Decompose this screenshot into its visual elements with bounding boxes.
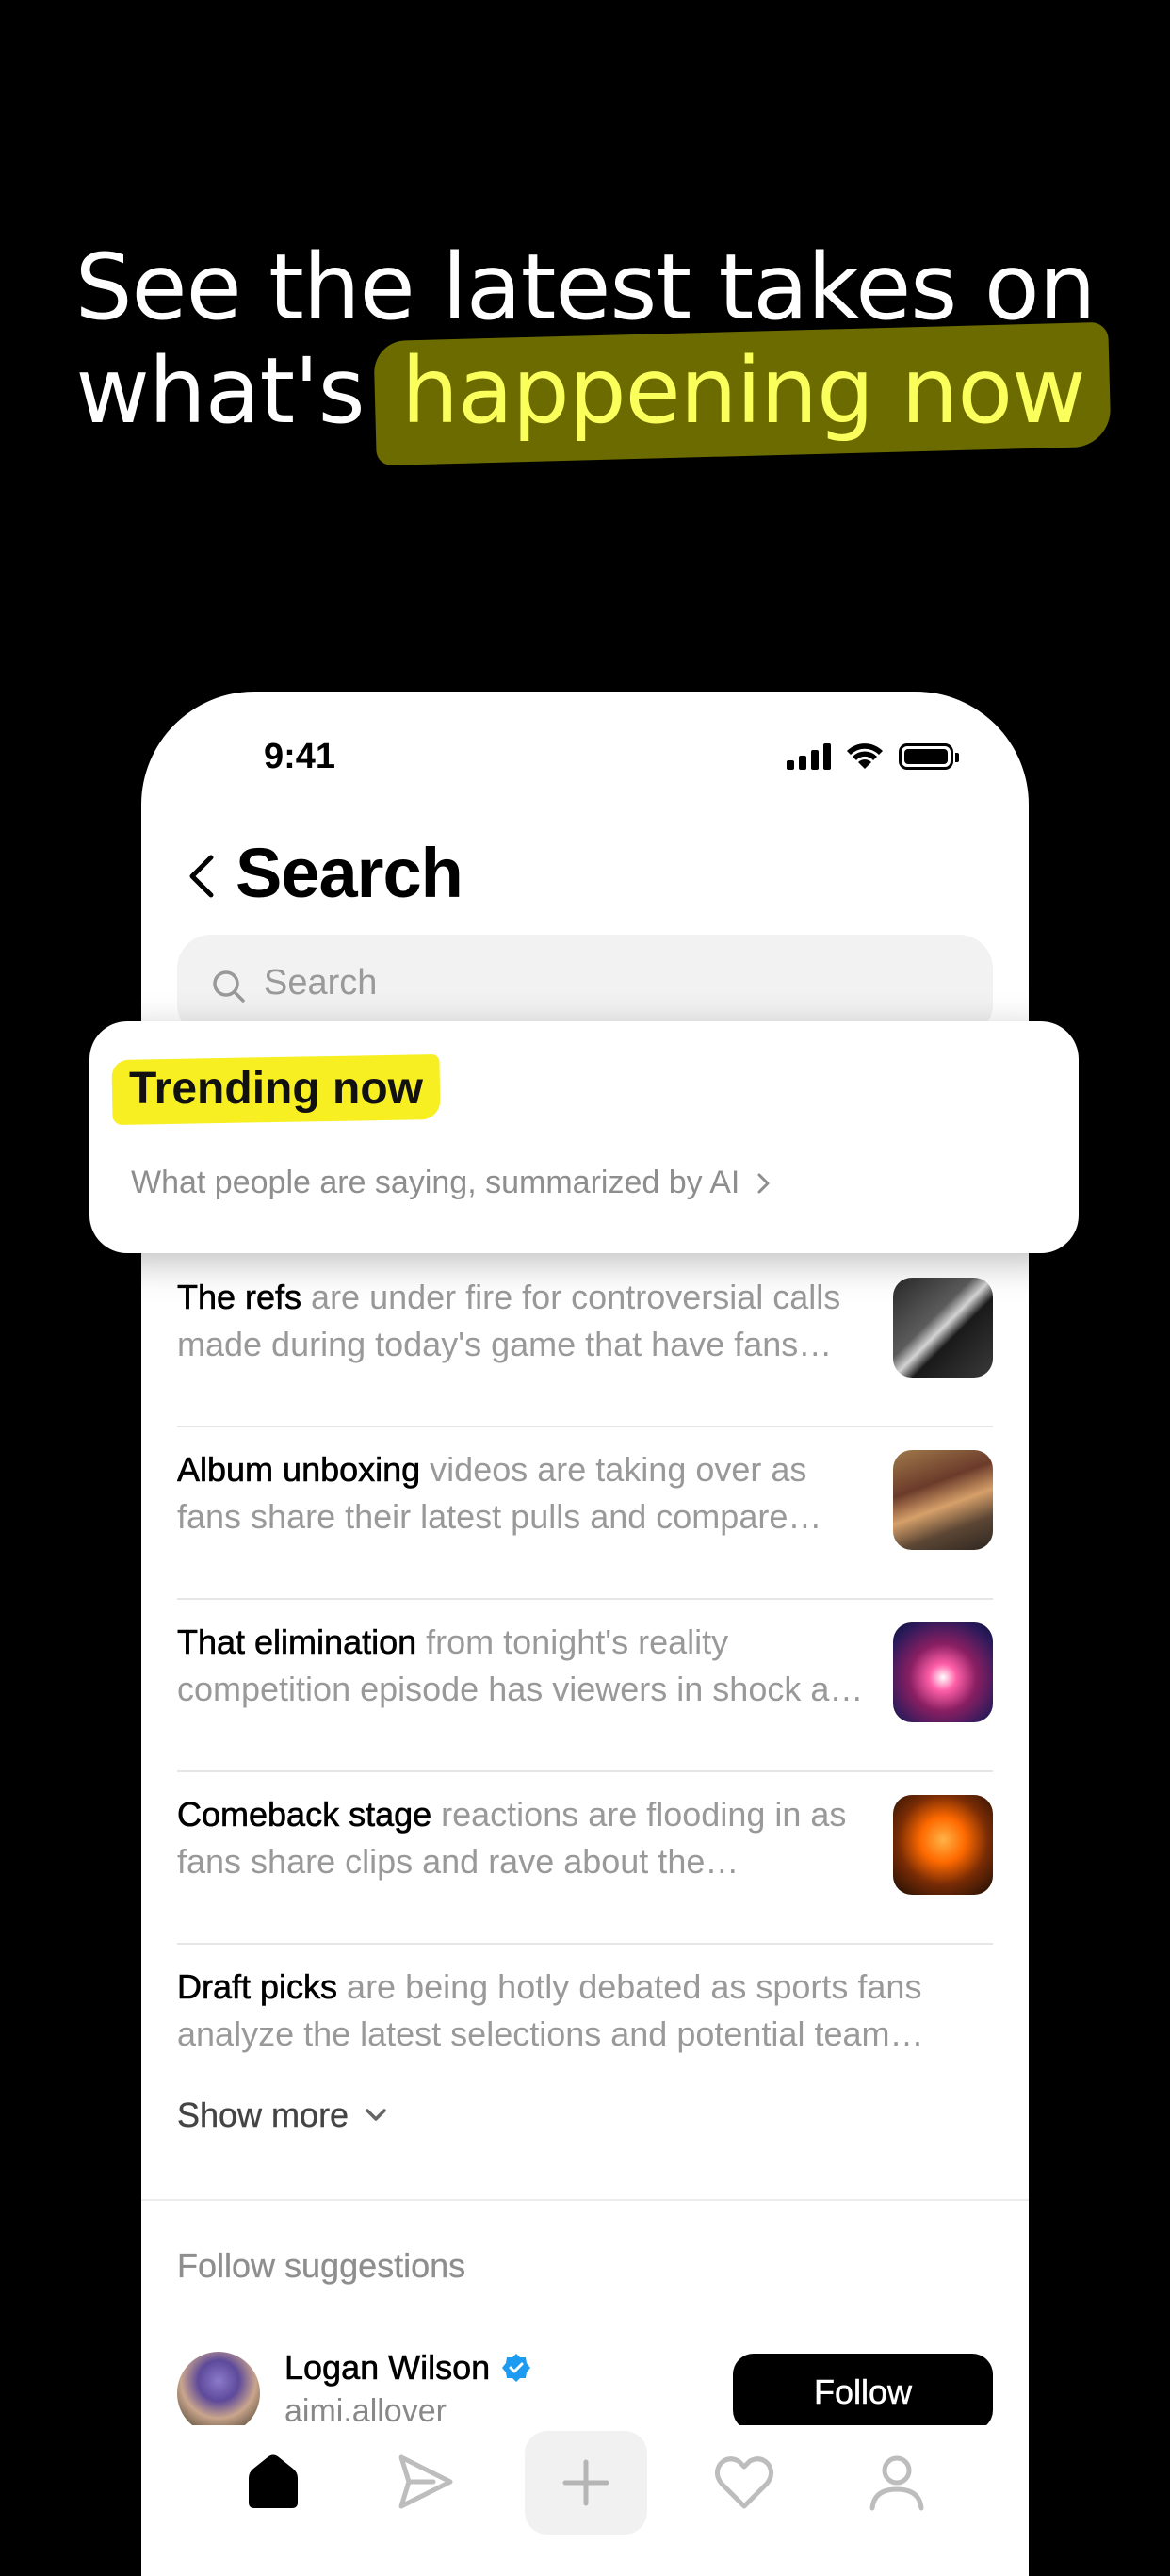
phone-screen: 9:41 Search Search The refs are under fi… [141,692,1029,2576]
trending-card-subtitle-text: What people are saying, summarized by AI [131,1165,740,1200]
status-time: 9:41 [264,737,336,776]
profile-icon[interactable] [859,2444,934,2519]
trend-thumbnail [893,1278,993,1378]
create-post-button[interactable] [525,2431,647,2535]
bottom-tab-bar [141,2425,1029,2576]
status-bar: 9:41 [141,737,1029,793]
follow-button[interactable]: Follow [733,2354,993,2431]
trend-thumbnail [893,1450,993,1550]
trending-card-subtitle: What people are saying, summarized by AI [131,1165,775,1201]
follow-suggestions-heading: Follow suggestions [177,2246,466,2285]
trend-text: Draft picks are being hotly debated as s… [177,1964,993,2058]
trend-topic: The refs [177,1278,302,1317]
trend-item[interactable]: That elimination from tonight's reality … [177,1600,993,1772]
suggested-user-name[interactable]: Logan Wilson [284,2348,531,2388]
trend-item[interactable]: The refs are under fire for controversia… [177,1255,993,1427]
promo-headline: See the latest takes on what's happening… [0,236,1170,443]
back-chevron-icon[interactable] [175,848,232,905]
verified-badge-icon [502,2354,531,2382]
search-placeholder: Search [264,963,378,1003]
show-more-button[interactable]: Show more [177,2095,392,2135]
trend-text: Comeback stage reactions are flooding in… [177,1791,874,1885]
trend-item[interactable]: Album unboxing videos are taking over as… [177,1427,993,1600]
trend-thumbnail [893,1795,993,1895]
search-icon [213,970,245,1003]
trend-text: Album unboxing videos are taking over as… [177,1446,874,1541]
section-divider [141,2199,1029,2201]
trend-text: The refs are under fire for controversia… [177,1274,874,1368]
headline-line1: See the latest takes on [74,235,1097,340]
headline-highlight-text: happening now [401,338,1086,444]
trend-item[interactable]: Draft picks are being hotly debated as s… [177,1945,993,2117]
trend-topic: Draft picks [177,1967,338,2007]
trending-card-title: Trending now [118,1063,434,1115]
headline-line2: what's happening now [0,339,1170,443]
user-name: Logan Wilson [284,2348,491,2388]
trending-list: The refs are under fire for controversia… [177,1255,993,2117]
chevron-right-icon [757,1173,770,1193]
show-more-label: Show more [177,2095,349,2134]
battery-icon [899,743,959,770]
chevron-down-icon [366,2109,386,2121]
trend-topic: That elimination [177,1622,417,1662]
status-icons [787,742,959,771]
send-icon[interactable] [386,2444,462,2519]
trend-topic: Comeback stage [177,1795,432,1834]
trending-now-card[interactable]: Trending now What people are saying, sum… [89,1021,1079,1253]
avatar[interactable] [177,2352,260,2435]
cellular-signal-icon [787,743,831,770]
plus-icon [562,2459,609,2506]
home-icon[interactable] [236,2444,311,2519]
trending-card-title-text: Trending now [129,1064,423,1114]
wifi-icon [847,743,883,769]
trend-item[interactable]: Comeback stage reactions are flooding in… [177,1772,993,1945]
trend-text: That elimination from tonight's reality … [177,1619,874,1713]
headline-highlight: happening now [392,339,1095,443]
trend-topic: Album unboxing [177,1450,421,1490]
heart-icon[interactable] [707,2444,782,2519]
headline-line2-prefix: what's [75,338,365,444]
trend-thumbnail [893,1622,993,1722]
page-title: Search [236,834,463,912]
